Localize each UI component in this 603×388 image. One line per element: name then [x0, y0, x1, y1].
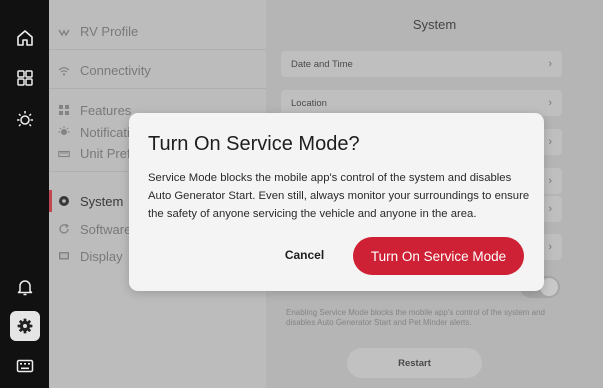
left-rail	[0, 0, 49, 388]
grid-icon	[17, 70, 33, 86]
keyboard-icon	[16, 359, 34, 373]
keyboard-button[interactable]	[10, 351, 40, 381]
dialog-message: Service Mode blocks the mobile app's con…	[148, 172, 530, 220]
dialog-title: Turn On Service Mode?	[148, 133, 360, 155]
service-mode-dialog: Turn On Service Mode? Service Mode block…	[129, 113, 544, 291]
climate-button[interactable]	[10, 104, 40, 134]
home-button[interactable]	[10, 23, 40, 53]
cancel-button[interactable]: Cancel	[267, 244, 342, 266]
home-icon	[17, 30, 33, 46]
gear-icon	[17, 318, 33, 334]
settings-button[interactable]	[10, 311, 40, 341]
sun-icon	[17, 111, 33, 127]
turn-on-service-mode-button[interactable]: Turn On Service Mode	[353, 237, 524, 275]
bell-icon	[17, 280, 33, 296]
apps-button[interactable]	[10, 63, 40, 93]
notifications-button[interactable]	[10, 272, 40, 302]
